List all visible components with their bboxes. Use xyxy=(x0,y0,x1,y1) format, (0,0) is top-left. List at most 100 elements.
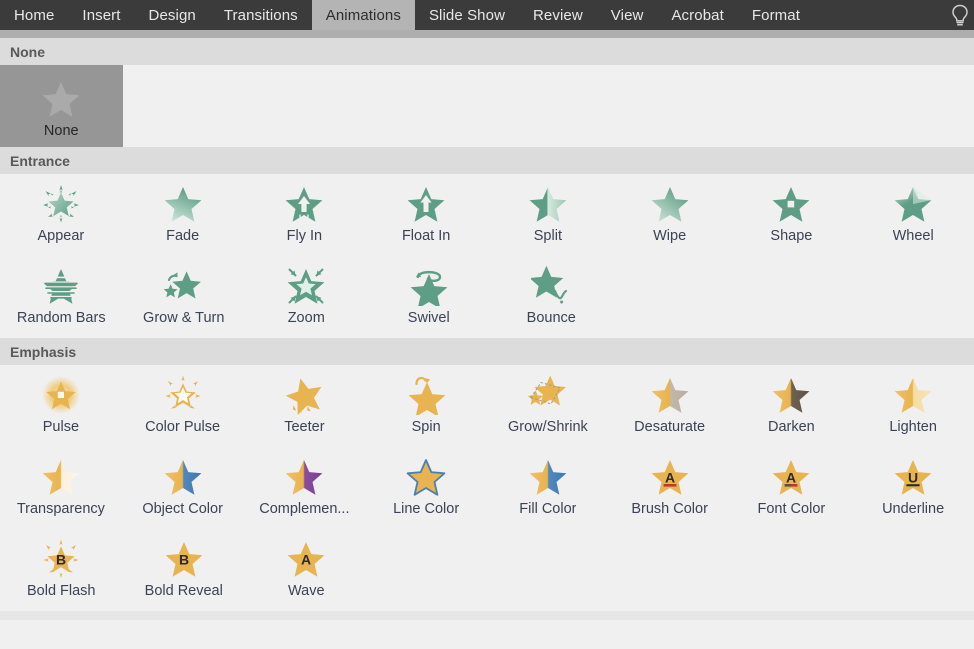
animation-item-label: Fly In xyxy=(286,229,323,244)
animation-item-brush-color[interactable]: A Brush Color xyxy=(609,447,731,529)
animation-item-shape[interactable]: Shape xyxy=(731,174,853,256)
animation-item-fly-in[interactable]: Fly In xyxy=(244,174,366,256)
ribbon-tab-home[interactable]: Home xyxy=(0,0,68,30)
animation-item-desaturate[interactable]: Desaturate xyxy=(609,365,731,447)
animation-item-grow-turn[interactable]: Grow & Turn xyxy=(123,256,246,338)
animation-item-line-color[interactable]: Line Color xyxy=(365,447,487,529)
animation-item-label: Pulse xyxy=(42,420,80,435)
animation-item-bounce[interactable]: Bounce xyxy=(490,256,613,338)
animation-item-label: Wave xyxy=(287,584,325,599)
animation-item-float-in[interactable]: Float In xyxy=(365,174,487,256)
ribbon-tab-view[interactable]: View xyxy=(597,0,658,30)
animation-item-split[interactable]: Split xyxy=(487,174,609,256)
animation-item-darken[interactable]: Darken xyxy=(731,365,853,447)
animation-item-teeter[interactable]: Teeter xyxy=(244,365,366,447)
animation-item-fill-color[interactable]: Fill Color xyxy=(487,447,609,529)
ribbon-tab-insert[interactable]: Insert xyxy=(68,0,134,30)
darken-star-icon xyxy=(771,371,811,419)
pulse-star-icon xyxy=(41,371,81,419)
underline-star-icon: U xyxy=(893,453,933,501)
animation-item-random-bars[interactable]: Random Bars xyxy=(0,256,123,338)
animation-item-appear[interactable]: Appear xyxy=(0,174,122,256)
animation-item-label: None xyxy=(43,124,79,139)
svg-text:A: A xyxy=(301,552,311,568)
animation-item-spin[interactable]: Spin xyxy=(365,365,487,447)
animation-item-font-color[interactable]: A Font Color xyxy=(731,447,853,529)
animation-item-label: Transparency xyxy=(16,502,105,517)
animation-item-label: Font Color xyxy=(757,502,826,517)
ribbon-tab-review[interactable]: Review xyxy=(519,0,597,30)
ribbon-tab-acrobat[interactable]: Acrobat xyxy=(657,0,737,30)
section-title: Emphasis xyxy=(10,343,77,360)
animation-item-label: Desaturate xyxy=(634,420,706,435)
animation-item-complemen[interactable]: Complemen... xyxy=(244,447,366,529)
teeter-star-icon xyxy=(284,371,324,419)
animation-item-label: Fade xyxy=(166,229,200,244)
animation-item-wave[interactable]: A Wave xyxy=(245,529,368,611)
animation-item-lighten[interactable]: Lighten xyxy=(852,365,974,447)
animation-item-label: Line Color xyxy=(393,502,460,517)
animation-item-swivel[interactable]: Swivel xyxy=(368,256,491,338)
animation-item-object-color[interactable]: Object Color xyxy=(122,447,244,529)
animation-item-label: Underline xyxy=(882,502,945,517)
svg-text:B: B xyxy=(56,552,66,568)
wave-star-icon: A xyxy=(286,535,326,583)
animation-item-label: Appear xyxy=(37,229,85,244)
animation-item-label: Bold Reveal xyxy=(144,584,223,599)
ribbon-tab-design[interactable]: Design xyxy=(135,0,210,30)
wipe-star-icon xyxy=(650,180,690,228)
svg-text:U: U xyxy=(908,470,918,486)
animation-item-label: Darken xyxy=(768,420,815,435)
ribbon-tab-transitions[interactable]: Transitions xyxy=(210,0,312,30)
lightbulb-icon[interactable] xyxy=(946,0,974,30)
gallery-bottom-strip xyxy=(0,611,974,620)
animation-item-label: Fill Color xyxy=(519,502,577,517)
animation-gallery: None None Entrance Appear Fade Fly In Float In… xyxy=(0,38,974,611)
animation-item-none[interactable]: None xyxy=(0,65,123,147)
ribbon-tab-format[interactable]: Format xyxy=(738,0,814,30)
bold-reveal-star-icon: B xyxy=(164,535,204,583)
animation-item-grow-shrink[interactable]: Grow/Shrink xyxy=(487,365,609,447)
animation-item-pulse[interactable]: Pulse xyxy=(0,365,122,447)
animation-item-wipe[interactable]: Wipe xyxy=(609,174,731,256)
desaturate-star-icon xyxy=(650,371,690,419)
bold-flash-star-icon: B xyxy=(41,535,81,583)
color-pulse-star-icon xyxy=(163,371,203,419)
split-star-icon xyxy=(528,180,568,228)
grow-shrink-star-icon xyxy=(527,371,568,419)
gallery-row: Pulse Color Pulse Teeter Spin Grow/Shrink Des… xyxy=(0,365,974,447)
line-color-star-icon xyxy=(406,453,446,501)
animation-item-label: Random Bars xyxy=(16,311,106,326)
animation-item-label: Grow & Turn xyxy=(143,311,225,326)
animation-item-label: Float In xyxy=(401,229,451,244)
animation-item-label: Split xyxy=(533,229,562,244)
transparency-star-icon xyxy=(41,453,81,501)
animation-item-transparency[interactable]: Transparency xyxy=(0,447,122,529)
animation-item-label: Shape xyxy=(770,229,813,244)
animation-item-bold-reveal[interactable]: B Bold Reveal xyxy=(123,529,246,611)
animation-item-label: Color Pulse xyxy=(145,420,221,435)
svg-text:A: A xyxy=(786,470,796,486)
font-color-star-icon: A xyxy=(771,453,811,501)
gallery-row: None xyxy=(0,65,974,147)
animation-item-zoom[interactable]: Zoom xyxy=(245,256,368,338)
animation-item-bold-flash[interactable]: B Bold Flash xyxy=(0,529,123,611)
animation-item-label: Zoom xyxy=(287,311,325,326)
ribbon-underline xyxy=(0,30,974,38)
animation-item-label: Teeter xyxy=(284,420,325,435)
shape-star-icon xyxy=(771,180,811,228)
brush-color-star-icon: A xyxy=(650,453,690,501)
animation-item-fade[interactable]: Fade xyxy=(122,174,244,256)
ribbon-tab-slide-show[interactable]: Slide Show xyxy=(415,0,519,30)
animation-item-label: Bounce xyxy=(526,311,576,326)
ribbon-tab-animations[interactable]: Animations xyxy=(311,0,415,30)
zoom-star-icon xyxy=(286,262,326,310)
ribbon-tab-bar: Home Insert Design Transitions Animations Sli… xyxy=(0,0,974,30)
animation-item-underline[interactable]: U Underline xyxy=(852,447,974,529)
animation-item-wheel[interactable]: Wheel xyxy=(852,174,974,256)
complementary-color-star-icon xyxy=(284,453,324,501)
animation-item-label: Spin xyxy=(411,420,441,435)
animation-item-color-pulse[interactable]: Color Pulse xyxy=(122,365,244,447)
animation-item-label: Grow/Shrink xyxy=(507,420,588,435)
animation-item-label: Bold Flash xyxy=(26,584,96,599)
